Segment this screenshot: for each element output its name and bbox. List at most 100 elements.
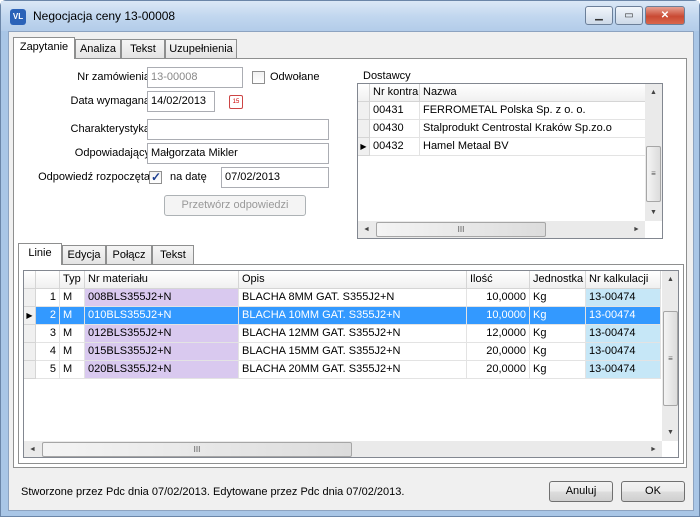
table-row[interactable]: 008BLS355J2+N — [85, 289, 239, 307]
table-row[interactable]: 13-00474 — [586, 361, 661, 379]
col-typ[interactable]: Typ — [60, 271, 85, 289]
tab-polacz[interactable]: Połącz — [106, 245, 152, 265]
table-row[interactable]: Kg — [530, 343, 586, 361]
nr-zamowienia-field[interactable]: 13-00008 — [147, 67, 243, 88]
table-row[interactable]: 5 — [36, 361, 60, 379]
odpowiadajacy-field[interactable]: Małgorzata Mikler — [147, 143, 329, 164]
table-row[interactable]: M — [60, 289, 85, 307]
charakterystyka-field[interactable] — [147, 119, 329, 140]
table-row[interactable]: 20,0000 — [467, 343, 530, 361]
table-row[interactable]: BLACHA 15MM GAT. S355J2+N — [239, 343, 467, 361]
row-indicator — [358, 120, 370, 138]
scroll-thumb[interactable]: ≡ — [663, 311, 678, 406]
table-row[interactable]: 015BLS355J2+N — [85, 343, 239, 361]
table-row[interactable]: BLACHA 20MM GAT. S355J2+N — [239, 361, 467, 379]
horizontal-scrollbar[interactable]: ◄ III ► — [24, 441, 662, 457]
status-text: Stworzone przez Pdc dnia 07/02/2013. Edy… — [21, 486, 405, 498]
table-row[interactable]: Hamel Metaal BV — [420, 138, 646, 156]
przetworz-odpowiedzi-button[interactable]: Przetwórz odpowiedzi — [164, 195, 306, 216]
odwolane-checkbox[interactable] — [252, 71, 265, 84]
maximize-button[interactable]: ▭ — [615, 6, 643, 25]
table-row[interactable]: BLACHA 8MM GAT. S355J2+N — [239, 289, 467, 307]
linie-grid: Typ Nr materiału Opis Ilość Jednostka Nr… — [23, 270, 679, 458]
col-nr-kalkulacji[interactable]: Nr kalkulacji — [586, 271, 661, 289]
ok-button[interactable]: OK — [621, 481, 685, 502]
tab-tekst-linie[interactable]: Tekst — [152, 245, 194, 265]
col-nr-materialu[interactable]: Nr materiału — [85, 271, 239, 289]
table-row[interactable]: M — [60, 307, 85, 325]
table-row[interactable]: 20,0000 — [467, 361, 530, 379]
scroll-left-icon[interactable]: ◄ — [358, 221, 375, 238]
na-date-field[interactable]: 07/02/2013 — [221, 167, 329, 188]
col-lp[interactable] — [36, 271, 60, 289]
table-row[interactable]: FERROMETAL Polska Sp. z o. o. — [420, 102, 646, 120]
scroll-right-icon[interactable]: ► — [645, 441, 662, 457]
vertical-scrollbar[interactable]: ▲ ≡ ▼ — [645, 84, 662, 221]
tab-edycja[interactable]: Edycja — [62, 245, 106, 265]
scroll-thumb[interactable]: III — [42, 442, 352, 457]
linie-panel: Typ Nr materiału Opis Ilość Jednostka Nr… — [18, 264, 684, 464]
tab-tekst[interactable]: Tekst — [121, 39, 165, 59]
tab-uzupelnienia[interactable]: Uzupełnienia — [165, 39, 237, 59]
minimize-button[interactable]: ▁ — [585, 6, 613, 25]
close-button[interactable]: ✕ — [645, 6, 685, 25]
table-row[interactable]: 13-00474 — [586, 325, 661, 343]
scroll-thumb[interactable]: III — [376, 222, 546, 237]
na-date-label: na datę — [170, 171, 207, 183]
table-row[interactable]: 3 — [36, 325, 60, 343]
tab-zapytanie[interactable]: Zapytanie — [13, 37, 75, 59]
table-row[interactable]: Kg — [530, 325, 586, 343]
scroll-left-icon[interactable]: ◄ — [24, 441, 41, 457]
table-row[interactable]: 1 — [36, 289, 60, 307]
row-indicator — [358, 102, 370, 120]
tab-linie[interactable]: Linie — [18, 243, 62, 265]
table-row[interactable]: 012BLS355J2+N — [85, 325, 239, 343]
table-row[interactable]: 10,0000 — [467, 289, 530, 307]
scroll-thumb[interactable]: ≡ — [646, 146, 661, 202]
nr-zamowienia-label: Nr zamówienia — [77, 71, 150, 83]
table-row[interactable]: M — [60, 361, 85, 379]
table-row[interactable]: BLACHA 12MM GAT. S355J2+N — [239, 325, 467, 343]
odwolane-label: Odwołane — [270, 71, 320, 83]
scroll-up-icon[interactable]: ▲ — [645, 84, 662, 101]
scroll-down-icon[interactable]: ▼ — [662, 424, 678, 441]
col-ilosc[interactable]: Ilość — [467, 271, 530, 289]
title-bar[interactable]: VL Negocjacja ceny 13-00008 ▁ ▭ ✕ — [1, 1, 699, 31]
table-row[interactable]: BLACHA 10MM GAT. S355J2+N — [239, 307, 467, 325]
col-nr-kontra[interactable]: Nr kontra — [370, 84, 420, 102]
table-row[interactable]: 00432 — [370, 138, 420, 156]
table-row[interactable]: Kg — [530, 289, 586, 307]
table-row[interactable]: M — [60, 325, 85, 343]
table-row[interactable]: 020BLS355J2+N — [85, 361, 239, 379]
tab-analiza[interactable]: Analiza — [75, 39, 121, 59]
horizontal-scrollbar[interactable]: ◄ III ► — [358, 221, 645, 238]
table-row[interactable]: 00430 — [370, 120, 420, 138]
dostawcy-label: Dostawcy — [363, 70, 411, 82]
table-row[interactable]: 13-00474 — [586, 289, 661, 307]
col-opis[interactable]: Opis — [239, 271, 467, 289]
scroll-up-icon[interactable]: ▲ — [662, 271, 678, 288]
scroll-right-icon[interactable]: ► — [628, 221, 645, 238]
odpowiedz-rozpoczeta-checkbox[interactable] — [149, 170, 162, 184]
table-row[interactable]: Stalprodukt Centrostal Kraków Sp.zo.o — [420, 120, 646, 138]
table-row[interactable]: Kg — [530, 307, 586, 325]
table-row[interactable]: Kg — [530, 361, 586, 379]
col-nazwa[interactable]: Nazwa — [420, 84, 646, 102]
row-indicator — [24, 325, 36, 343]
table-row[interactable]: 4 — [36, 343, 60, 361]
calendar-icon[interactable]: 15 — [229, 95, 243, 109]
table-row[interactable]: 10,0000 — [467, 307, 530, 325]
anuluj-button[interactable]: Anuluj — [549, 481, 613, 502]
table-row[interactable]: 12,0000 — [467, 325, 530, 343]
table-row[interactable]: 13-00474 — [586, 343, 661, 361]
col-jednostka[interactable]: Jednostka — [530, 271, 586, 289]
table-row[interactable]: 010BLS355J2+N — [85, 307, 239, 325]
scroll-down-icon[interactable]: ▼ — [645, 204, 662, 221]
table-row[interactable]: 00431 — [370, 102, 420, 120]
vertical-scrollbar[interactable]: ▲ ≡ ▼ — [662, 271, 678, 441]
data-wymagana-field[interactable]: 14/02/2013 — [147, 91, 215, 112]
row-indicator — [24, 343, 36, 361]
table-row[interactable]: 2 — [36, 307, 60, 325]
table-row[interactable]: M — [60, 343, 85, 361]
table-row[interactable]: 13-00474 — [586, 307, 661, 325]
